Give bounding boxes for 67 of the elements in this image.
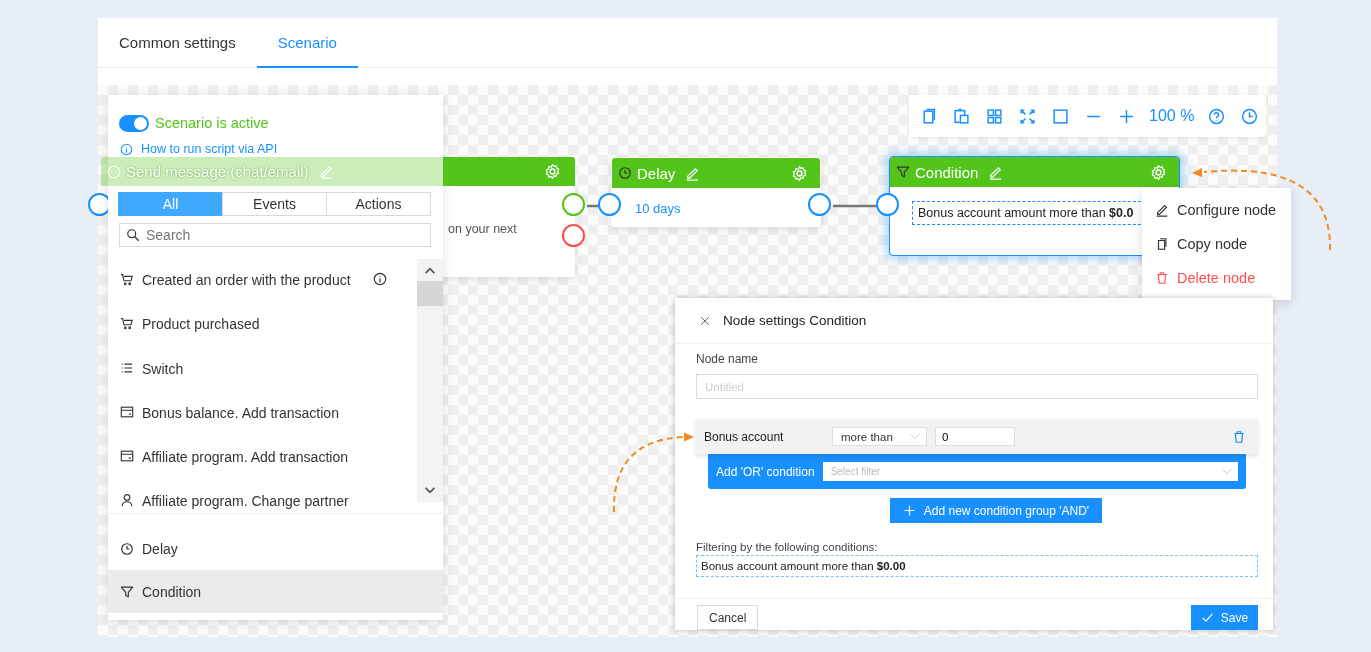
list-icon	[120, 360, 134, 375]
zoom-level: 100 %	[1149, 107, 1195, 125]
palette-item[interactable]: Product purchased	[108, 314, 417, 359]
pencil-icon[interactable]	[685, 165, 701, 181]
pencil-icon	[1155, 203, 1169, 217]
scrollbar-thumb[interactable]	[417, 281, 443, 306]
palette-item[interactable]: Created an order with the product	[108, 270, 417, 315]
cart-icon	[120, 272, 134, 286]
info-icon	[120, 142, 133, 156]
user-icon	[120, 493, 134, 508]
operator-select[interactable]: more than	[832, 427, 927, 446]
palette-item[interactable]: Bonus balance. Add transaction	[108, 402, 417, 448]
filter-tab[interactable]: Actions	[326, 192, 431, 216]
paste-icon[interactable]	[953, 107, 970, 125]
pencil-icon[interactable]	[988, 164, 1004, 180]
status-label: Scenario is active	[155, 115, 269, 131]
clock-icon	[120, 541, 134, 556]
value-field[interactable]: 0	[935, 427, 1015, 446]
connector-line	[833, 204, 876, 208]
fit-screen-icon[interactable]	[1019, 107, 1036, 125]
trash-icon[interactable]	[1232, 429, 1246, 444]
card-icon	[120, 404, 134, 419]
palette-item[interactable]: Switch	[108, 358, 417, 403]
node-card[interactable]: on your next	[443, 186, 575, 277]
cart-icon	[120, 316, 134, 331]
grid-icon[interactable]	[986, 107, 1003, 125]
chevron-up-icon[interactable]	[423, 266, 437, 275]
message-text: on your next	[448, 222, 517, 236]
node-title: Send message (chat/email)	[126, 163, 309, 180]
scrollbar[interactable]	[417, 259, 443, 502]
filter-icon	[120, 584, 134, 599]
close-icon[interactable]	[699, 314, 711, 327]
cancel-button[interactable]: Cancel	[697, 605, 759, 630]
tab[interactable]: Common settings	[98, 18, 257, 68]
palette-item[interactable]: Condition	[108, 570, 443, 613]
chevron-down-icon	[910, 433, 920, 440]
search-field[interactable]: Search	[119, 223, 431, 247]
help-icon[interactable]	[1208, 107, 1226, 125]
node-title: Condition	[915, 163, 979, 181]
dialog-title: Node settings Condition	[723, 313, 867, 328]
node-title: Delay	[637, 164, 676, 182]
condition-summary: Bonus account amount more than $0.00	[696, 555, 1258, 577]
chevron-down-icon	[1222, 468, 1232, 475]
plus-icon	[902, 504, 916, 517]
info-icon	[372, 272, 387, 286]
clock-icon	[618, 166, 632, 180]
check-icon	[1200, 611, 1214, 624]
settings-icon[interactable]	[544, 163, 561, 180]
history-icon[interactable]	[1241, 107, 1259, 125]
filter-icon	[896, 165, 910, 179]
trash-icon	[1155, 271, 1169, 285]
settings-icon[interactable]	[791, 164, 808, 182]
copy-icon	[1155, 237, 1169, 251]
filter-tab[interactable]: Events	[222, 192, 327, 216]
field-label: Node name	[696, 352, 760, 366]
or-condition-label: Add 'OR' condition	[716, 464, 815, 479]
condition-field: Bonus account	[704, 429, 832, 444]
summary-label: Filtering by the following conditions:	[696, 541, 879, 553]
search-icon	[126, 228, 140, 242]
toggle-switch[interactable]	[119, 114, 149, 132]
card-icon	[120, 449, 134, 464]
snap-grid-icon[interactable]	[1052, 107, 1069, 125]
palette-item[interactable]: Affiliate program. Add transaction	[108, 447, 417, 492]
chevron-down-icon[interactable]	[423, 486, 437, 495]
settings-icon[interactable]	[1150, 163, 1167, 181]
zoom-in-icon[interactable]	[1118, 107, 1135, 125]
delay-value: 10 days	[635, 201, 681, 216]
